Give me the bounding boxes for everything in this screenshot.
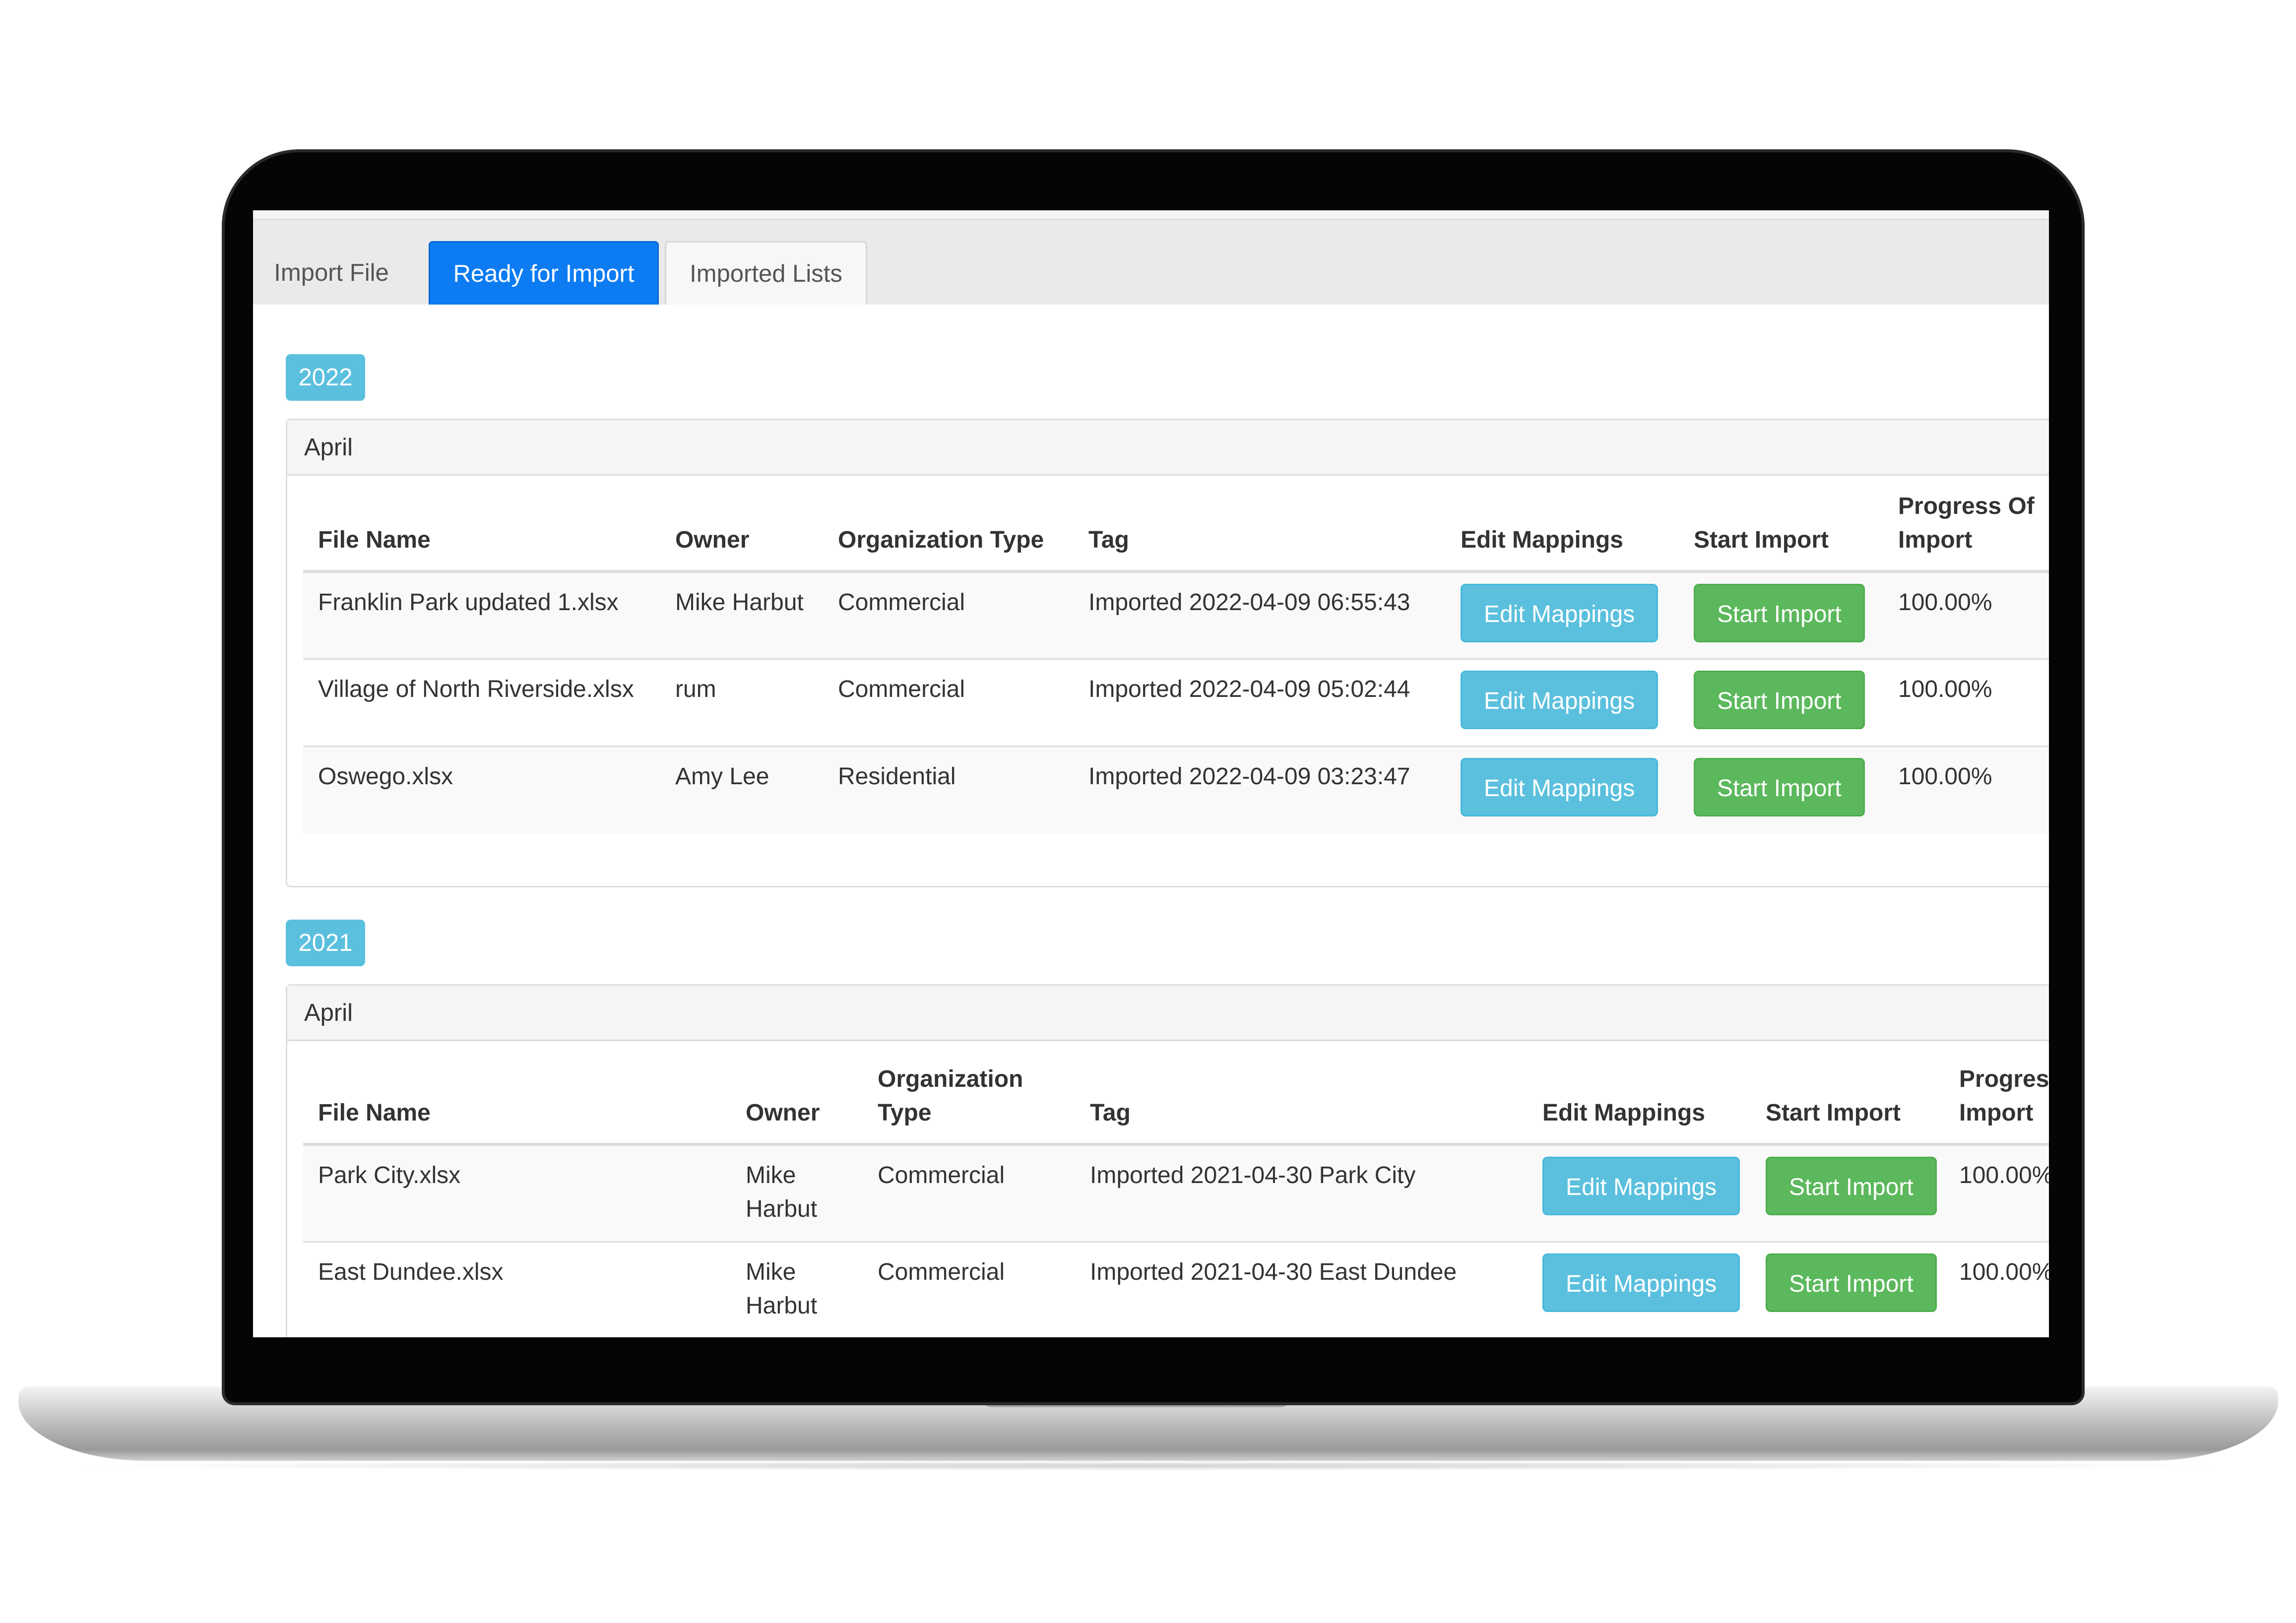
cell-progress: 100.00% — [1944, 1143, 2049, 1242]
cell-organization-type: Commercial — [863, 1143, 1075, 1242]
table-row: Village of North Riverside.xlsx rum Comm… — [303, 658, 2049, 746]
tab-imported-lists[interactable]: Imported Lists — [665, 241, 867, 305]
col-start-import[interactable]: Start Import — [1751, 1055, 1944, 1146]
col-file-name[interactable]: File Name — [303, 1055, 731, 1146]
col-file-name[interactable]: File Name — [303, 490, 660, 573]
cell-organization-type: Commercial — [863, 1241, 1075, 1337]
cell-owner: Mike Harbut — [731, 1143, 863, 1242]
tab-ready-for-import[interactable]: Ready for Import — [429, 241, 659, 305]
panel-heading: April — [287, 986, 2049, 1041]
cell-owner: Mike Harbut — [731, 1241, 863, 1337]
cell-progress: 100.00% — [1883, 658, 2049, 746]
cell-file-name: Oswego.xlsx — [303, 745, 660, 833]
col-edit-mappings[interactable]: Edit Mappings — [1528, 1055, 1751, 1146]
cell-start: Start Import — [1679, 658, 1883, 746]
start-import-button[interactable]: Start Import — [1694, 757, 1865, 816]
cell-start: Start Import — [1679, 570, 1883, 659]
edit-mappings-button[interactable]: Edit Mappings — [1542, 1253, 1740, 1312]
cell-tag: Imported 2022-04-09 03:23:47 — [1074, 745, 1446, 833]
col-tag[interactable]: Tag — [1074, 490, 1446, 573]
edit-mappings-button[interactable]: Edit Mappings — [1542, 1157, 1740, 1215]
cell-edit: Edit Mappings — [1446, 570, 1679, 659]
cell-edit: Edit Mappings — [1446, 745, 1679, 833]
cell-progress: 100.00% — [1944, 1241, 2049, 1337]
start-import-button[interactable]: Start Import — [1766, 1253, 1937, 1312]
cell-file-name: Park City.xlsx — [303, 1143, 731, 1242]
tab-import-file[interactable]: Import File — [257, 241, 406, 305]
table-row: Oswego.xlsx Amy Lee Residential Imported… — [303, 745, 2049, 833]
edit-mappings-button[interactable]: Edit Mappings — [1461, 757, 1658, 816]
cell-file-name: East Dundee.xlsx — [303, 1241, 731, 1337]
col-progress[interactable]: Progress Of Import — [1883, 490, 2049, 573]
start-import-button[interactable]: Start Import — [1694, 670, 1865, 729]
panel-2022-april: April File Name Owner Organization Type … — [286, 419, 2049, 887]
imports-table-2022: File Name Owner Organization Type Tag Ed… — [303, 490, 2049, 833]
cell-tag: Imported 2022-04-09 06:55:43 — [1074, 570, 1446, 659]
cell-file-name: Village of North Riverside.xlsx — [303, 658, 660, 746]
panel-2021-april: April File Name Owner Organization Type … — [286, 984, 2049, 1337]
col-progress[interactable]: Progress Of Import — [1944, 1055, 2049, 1146]
cell-file-name: Franklin Park updated 1.xlsx — [303, 570, 660, 659]
cell-owner: Amy Lee — [660, 745, 823, 833]
cell-owner: Mike Harbut — [660, 570, 823, 659]
cell-progress: 100.00% — [1883, 745, 2049, 833]
year-badge-2022: 2022 — [286, 354, 365, 401]
col-tag[interactable]: Tag — [1075, 1055, 1528, 1146]
col-organization-type[interactable]: Organization Type — [823, 490, 1074, 573]
imports-table-2021: File Name Owner Organization Type Tag Ed… — [303, 1055, 2049, 1337]
tab-bar: Import File Ready for Import Imported Li… — [253, 220, 2049, 305]
col-owner[interactable]: Owner — [660, 490, 823, 573]
cell-edit: Edit Mappings — [1446, 658, 1679, 746]
cell-progress: 100.00% — [1883, 570, 2049, 659]
laptop-shadow — [60, 1461, 2237, 1471]
cell-organization-type: Commercial — [823, 570, 1074, 659]
cell-organization-type: Residential — [823, 745, 1074, 833]
year-badge-2021: 2021 — [286, 920, 365, 966]
panel-heading: April — [287, 420, 2049, 476]
edit-mappings-button[interactable]: Edit Mappings — [1461, 670, 1658, 729]
cell-tag: Imported 2021-04-30 Park City — [1075, 1143, 1528, 1242]
laptop-screen: Import File Ready for Import Imported Li… — [253, 210, 2049, 1337]
table-row: Park City.xlsx Mike Harbut Commercial Im… — [303, 1143, 2049, 1242]
cell-organization-type: Commercial — [823, 658, 1074, 746]
screen-top-bar — [253, 210, 2049, 220]
start-import-button[interactable]: Start Import — [1694, 584, 1865, 642]
cell-start: Start Import — [1751, 1143, 1944, 1242]
cell-tag: Imported 2022-04-09 05:02:44 — [1074, 658, 1446, 746]
col-owner[interactable]: Owner — [731, 1055, 863, 1146]
start-import-button[interactable]: Start Import — [1766, 1157, 1937, 1215]
col-start-import[interactable]: Start Import — [1679, 490, 1883, 573]
cell-tag: Imported 2021-04-30 East Dundee — [1075, 1241, 1528, 1337]
cell-edit: Edit Mappings — [1528, 1241, 1751, 1337]
col-organization-type[interactable]: Organization Type — [863, 1055, 1075, 1146]
col-edit-mappings[interactable]: Edit Mappings — [1446, 490, 1679, 573]
cell-edit: Edit Mappings — [1528, 1143, 1751, 1242]
cell-start: Start Import — [1679, 745, 1883, 833]
table-row: Franklin Park updated 1.xlsx Mike Harbut… — [303, 570, 2049, 659]
cell-start: Start Import — [1751, 1241, 1944, 1337]
table-row: East Dundee.xlsx Mike Harbut Commercial … — [303, 1241, 2049, 1337]
cell-owner: rum — [660, 658, 823, 746]
edit-mappings-button[interactable]: Edit Mappings — [1461, 584, 1658, 642]
